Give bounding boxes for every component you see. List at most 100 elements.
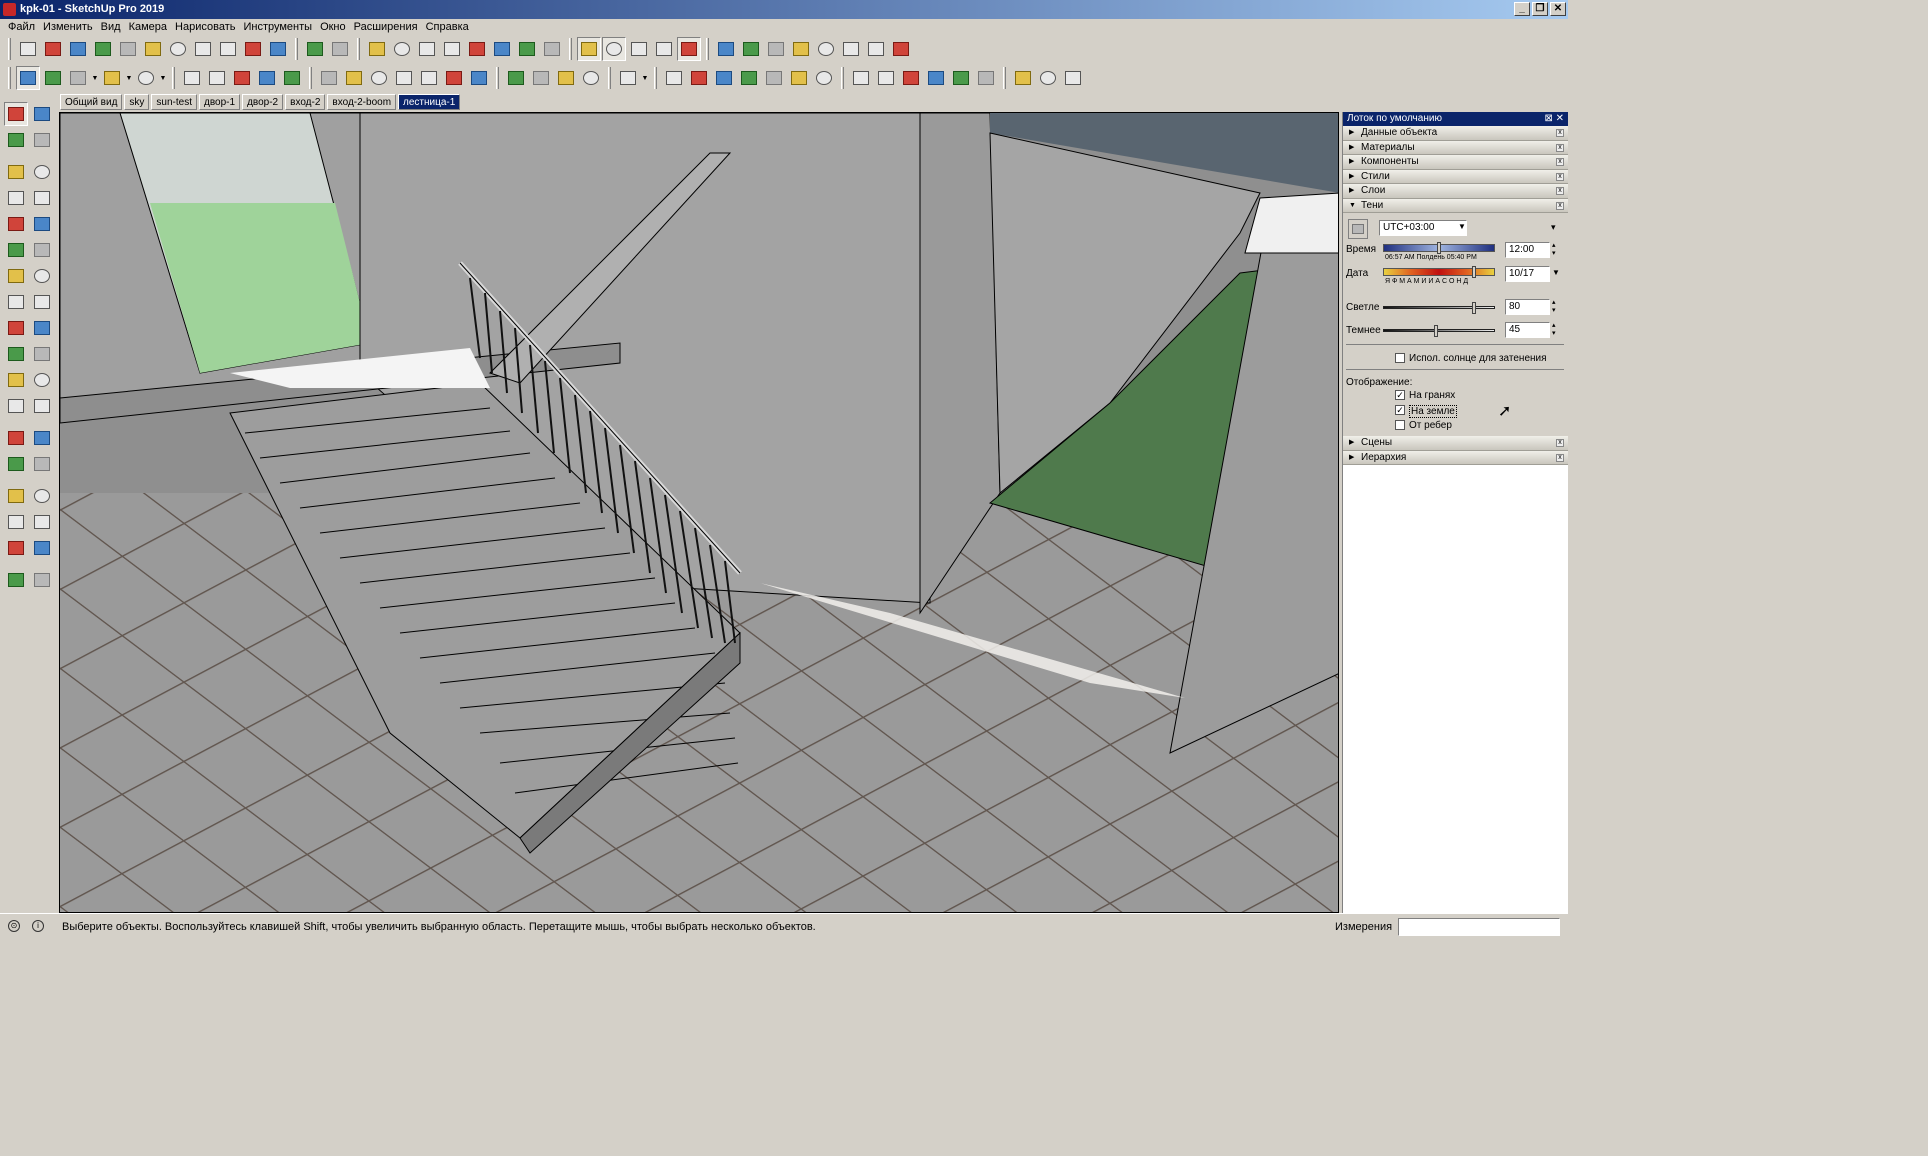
view-iso-button[interactable] — [166, 37, 190, 61]
panel-close-icon[interactable]: x — [1556, 201, 1564, 210]
toolbar-grip[interactable] — [496, 67, 499, 89]
arc-tangent-button[interactable] — [30, 264, 54, 288]
share-button[interactable] — [554, 66, 578, 90]
menu-view[interactable]: Вид — [97, 19, 125, 35]
toolbar-grip[interactable] — [309, 67, 312, 89]
info-icon[interactable]: i — [32, 920, 44, 932]
rectangle-button[interactable] — [134, 66, 158, 90]
tab-scene-dvor-1[interactable]: двор-1 — [199, 94, 241, 110]
orbit-button[interactable] — [4, 452, 28, 476]
stairs-button[interactable] — [303, 37, 327, 61]
move-button[interactable] — [814, 37, 838, 61]
materials-button[interactable] — [415, 37, 439, 61]
measurements-input[interactable] — [1398, 918, 1560, 936]
account-button[interactable] — [616, 66, 640, 90]
export-button[interactable] — [1036, 66, 1060, 90]
panel-close-icon[interactable]: x — [1556, 187, 1564, 195]
camera-button[interactable] — [662, 66, 686, 90]
shaded-button[interactable] — [677, 37, 701, 61]
delete-button[interactable] — [812, 66, 836, 90]
toolbar-grip[interactable] — [295, 38, 298, 60]
light-slider-thumb[interactable] — [1472, 302, 1476, 314]
spinner-icon[interactable]: ▴ ▾ — [1552, 241, 1556, 257]
chevron-down-icon[interactable]: ▼ — [1458, 222, 1466, 231]
section-button[interactable] — [737, 66, 761, 90]
toolbar-grip[interactable] — [357, 38, 360, 60]
menu-tools[interactable]: Инструменты — [239, 19, 316, 35]
axes-button[interactable] — [4, 426, 28, 450]
text-button[interactable] — [342, 66, 366, 90]
tab-scene-sky[interactable]: sky — [124, 94, 150, 110]
panel-close-icon[interactable]: x — [1556, 172, 1564, 181]
time-slider-thumb[interactable] — [1437, 242, 1441, 254]
3d-text-button[interactable] — [30, 426, 54, 450]
position-camera-button[interactable] — [4, 536, 28, 560]
paint-button[interactable] — [490, 37, 514, 61]
follow-me-button[interactable] — [30, 316, 54, 340]
minimize-button[interactable]: _ — [1514, 2, 1530, 16]
model-viewport[interactable] — [59, 112, 1339, 913]
green-arrows2-button[interactable] — [889, 37, 913, 61]
tray-close-icon[interactable]: ⊠ ✕ — [1544, 112, 1564, 126]
rectangle-button[interactable] — [4, 186, 28, 210]
view-right-button[interactable] — [66, 37, 90, 61]
house-top-button[interactable] — [924, 66, 948, 90]
dropdown-arrow-icon[interactable]: ▼ — [159, 66, 167, 90]
panel-outliner[interactable]: ▶ Иерархия x — [1343, 450, 1568, 465]
panel-materials[interactable]: ▶ Материалы x — [1343, 140, 1568, 155]
date-slider-thumb[interactable] — [1472, 266, 1476, 278]
arc3-button[interactable] — [4, 264, 28, 288]
scale-button[interactable] — [4, 342, 28, 366]
previous-view-button[interactable] — [30, 510, 54, 534]
pencil-button[interactable] — [66, 66, 90, 90]
flip-button[interactable] — [789, 37, 813, 61]
tape-measure-button[interactable] — [317, 66, 341, 90]
paint-bucket-button[interactable] — [367, 66, 391, 90]
date-field[interactable]: 10/17 — [1505, 266, 1550, 282]
terrain-button[interactable] — [540, 37, 564, 61]
green-arrows-button[interactable] — [839, 37, 863, 61]
view-top-button[interactable] — [16, 37, 40, 61]
dimension-button[interactable] — [30, 368, 54, 392]
section-cut-button[interactable] — [241, 37, 265, 61]
panel-styles[interactable]: ▶ Стили x — [1343, 169, 1568, 184]
grid-button[interactable] — [440, 37, 464, 61]
panel-components[interactable]: ▶ Компоненты x — [1343, 155, 1568, 170]
component-button[interactable] — [30, 102, 54, 126]
back-edges-button[interactable] — [627, 37, 651, 61]
dropdown-arrow-icon[interactable]: ▼ — [641, 66, 649, 90]
walk-button[interactable] — [4, 568, 28, 592]
tab-scene-dvor-2[interactable]: двор-2 — [242, 94, 284, 110]
extension-button[interactable] — [529, 66, 553, 90]
time-field[interactable]: 12:00 — [1505, 242, 1550, 258]
chevron-down-icon[interactable]: ▼ — [1552, 268, 1560, 277]
move-button[interactable] — [4, 290, 28, 314]
pan-button[interactable] — [417, 66, 441, 90]
text-button[interactable] — [739, 37, 763, 61]
menu-extensions[interactable]: Расширения — [350, 19, 422, 35]
text-button[interactable] — [30, 394, 54, 418]
texture-button[interactable] — [465, 37, 489, 61]
zoom-window-button[interactable] — [30, 484, 54, 508]
panel-close-icon[interactable]: x — [1556, 143, 1564, 152]
date-slider[interactable] — [1383, 268, 1495, 276]
toggle-shadows-button[interactable] — [1348, 219, 1368, 239]
dropdown-arrow-icon[interactable]: ▼ — [125, 66, 133, 90]
scale-button[interactable] — [280, 66, 304, 90]
menu-window[interactable]: Окно — [316, 19, 350, 35]
view-left-button[interactable] — [116, 37, 140, 61]
push-pull-button[interactable] — [30, 290, 54, 314]
dropdown-arrow-icon[interactable]: ▼ — [91, 66, 99, 90]
zoom-button[interactable] — [442, 66, 466, 90]
panel-shadows[interactable]: ▼ Тени x — [1343, 198, 1568, 213]
panel-layers[interactable]: ▶ Слои x — [1343, 184, 1568, 199]
panel-close-icon[interactable]: x — [1556, 158, 1564, 166]
tape-button[interactable] — [365, 37, 389, 61]
orbit-button[interactable] — [577, 37, 601, 61]
look-around-button[interactable] — [30, 536, 54, 560]
protractor-button[interactable] — [4, 394, 28, 418]
pie-button[interactable] — [30, 238, 54, 262]
house-left-button[interactable] — [974, 66, 998, 90]
toolbar-grip[interactable] — [172, 67, 175, 89]
restore-button[interactable]: ❐ — [1532, 2, 1548, 16]
